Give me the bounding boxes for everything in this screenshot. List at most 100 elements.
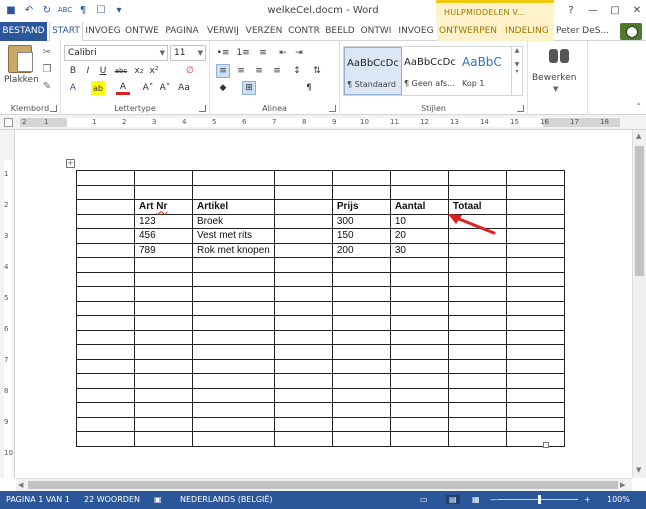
bullets-button[interactable]: •≡: [216, 46, 230, 60]
table-cell[interactable]: [76, 344, 135, 360]
table-cell[interactable]: [192, 416, 275, 432]
table-cell[interactable]: [505, 257, 565, 273]
table-cell[interactable]: [505, 271, 565, 287]
word-count[interactable]: 22 WOORDEN: [84, 495, 140, 504]
table-cell[interactable]: [134, 315, 193, 331]
table-cell[interactable]: [447, 431, 507, 447]
table-cell[interactable]: Prijs: [331, 199, 391, 215]
table-cell[interactable]: [331, 431, 391, 447]
minimize-button[interactable]: —: [586, 3, 600, 17]
font-launcher-icon[interactable]: [199, 105, 206, 112]
table-cell[interactable]: [134, 358, 193, 374]
table-cell[interactable]: [331, 315, 391, 331]
table-cell[interactable]: Broek: [192, 213, 275, 229]
collapse-ribbon-icon[interactable]: ⌃: [635, 102, 642, 111]
table-cell[interactable]: [447, 170, 507, 186]
font-grow-button[interactable]: A˄: [141, 81, 155, 95]
table-cell[interactable]: [134, 300, 193, 316]
tab-verwijzingen[interactable]: VERWIJ: [203, 22, 243, 41]
table-cell[interactable]: 789: [134, 242, 193, 258]
style-standaard[interactable]: AaBbCcDc ¶ Standaard: [344, 47, 402, 95]
table-cell[interactable]: [447, 358, 507, 374]
table-cell[interactable]: [273, 286, 333, 302]
font-size-input[interactable]: 11 ▼: [170, 45, 206, 61]
table-cell[interactable]: [192, 286, 275, 302]
change-case-button[interactable]: Aa: [177, 81, 191, 95]
vertical-ruler[interactable]: 1 2 3 4 5 6 7 8 9 10: [0, 130, 15, 478]
table-cell[interactable]: [192, 344, 275, 360]
table-cell[interactable]: [447, 402, 507, 418]
table-cell[interactable]: [389, 387, 449, 403]
table-cell[interactable]: [389, 271, 449, 287]
tab-controleren[interactable]: CONTR: [285, 22, 323, 41]
table-cell[interactable]: [447, 242, 507, 258]
table-cell[interactable]: [389, 431, 449, 447]
superscript-button[interactable]: x²: [147, 64, 161, 78]
table-cell[interactable]: 30: [389, 242, 449, 258]
table-cell[interactable]: [447, 257, 507, 273]
align-left-button[interactable]: ≡: [216, 64, 230, 78]
cut-icon[interactable]: ✂: [40, 45, 54, 59]
tab-bestand[interactable]: BESTAND: [0, 22, 47, 41]
table-cell[interactable]: [447, 373, 507, 389]
style-kop-1[interactable]: AaBbC Kop 1: [460, 47, 512, 95]
editing-button[interactable]: Bewerken: [532, 73, 576, 83]
italic-button[interactable]: I: [81, 64, 95, 78]
table-cell[interactable]: [192, 271, 275, 287]
table-cell[interactable]: [76, 199, 135, 215]
table-cell[interactable]: [192, 329, 275, 345]
table-cell[interactable]: [273, 416, 333, 432]
table-cell[interactable]: [331, 344, 391, 360]
table-cell[interactable]: [192, 387, 275, 403]
table-cell[interactable]: [76, 184, 135, 200]
styles-launcher-icon[interactable]: [517, 105, 524, 112]
table-cell[interactable]: [505, 416, 565, 432]
table-cell[interactable]: [447, 315, 507, 331]
page[interactable]: + Art Nr Artikel Prijs Aantal Totaal 123 Broek…: [16, 131, 632, 479]
align-right-button[interactable]: ≡: [252, 64, 266, 78]
table-cell[interactable]: [331, 300, 391, 316]
tab-selector-icon[interactable]: [4, 118, 13, 127]
table-cell[interactable]: [192, 170, 275, 186]
style-geen-afstand[interactable]: AaBbCcDc ¶ Geen afs...: [402, 47, 460, 95]
horizontal-scroll-thumb[interactable]: [28, 481, 618, 489]
table-cell[interactable]: Artikel: [192, 199, 275, 215]
table-cell[interactable]: [273, 329, 333, 345]
table-cell[interactable]: [505, 228, 565, 244]
table-cell[interactable]: [76, 431, 135, 447]
format-painter-icon[interactable]: ✎: [40, 79, 54, 93]
table-cell[interactable]: [134, 184, 193, 200]
table-cell[interactable]: [134, 329, 193, 345]
table-move-handle[interactable]: +: [66, 159, 75, 168]
table-cell[interactable]: [389, 373, 449, 389]
table-cell[interactable]: [505, 373, 565, 389]
table-cell[interactable]: [331, 358, 391, 374]
binoculars-icon[interactable]: [548, 45, 570, 65]
table-cell[interactable]: [505, 300, 565, 316]
table-cell[interactable]: [273, 199, 333, 215]
table-cell[interactable]: [76, 257, 135, 273]
table-cell[interactable]: [389, 170, 449, 186]
table-cell[interactable]: 150: [331, 228, 391, 244]
web-layout-icon[interactable]: ▦: [472, 495, 480, 504]
table-cell[interactable]: [273, 228, 333, 244]
table-cell[interactable]: Vest met rits: [192, 228, 275, 244]
table-cell[interactable]: [331, 387, 391, 403]
table-cell[interactable]: [331, 286, 391, 302]
table-cell[interactable]: [505, 242, 565, 258]
table-cell[interactable]: [389, 257, 449, 273]
table-cell[interactable]: [447, 271, 507, 287]
table-cell[interactable]: [331, 329, 391, 345]
table-cell[interactable]: [505, 184, 565, 200]
copy-icon[interactable]: ❐: [40, 62, 54, 76]
table-cell[interactable]: [389, 402, 449, 418]
page-count[interactable]: PAGINA 1 VAN 1: [6, 495, 70, 504]
table-cell[interactable]: [273, 402, 333, 418]
table-cell[interactable]: 20: [389, 228, 449, 244]
table-resize-handle[interactable]: [543, 442, 549, 448]
vertical-scroll-thumb[interactable]: [635, 146, 644, 276]
table-cell[interactable]: [134, 387, 193, 403]
table-cell[interactable]: 200: [331, 242, 391, 258]
table-cell[interactable]: [192, 300, 275, 316]
table-cell[interactable]: [76, 228, 135, 244]
